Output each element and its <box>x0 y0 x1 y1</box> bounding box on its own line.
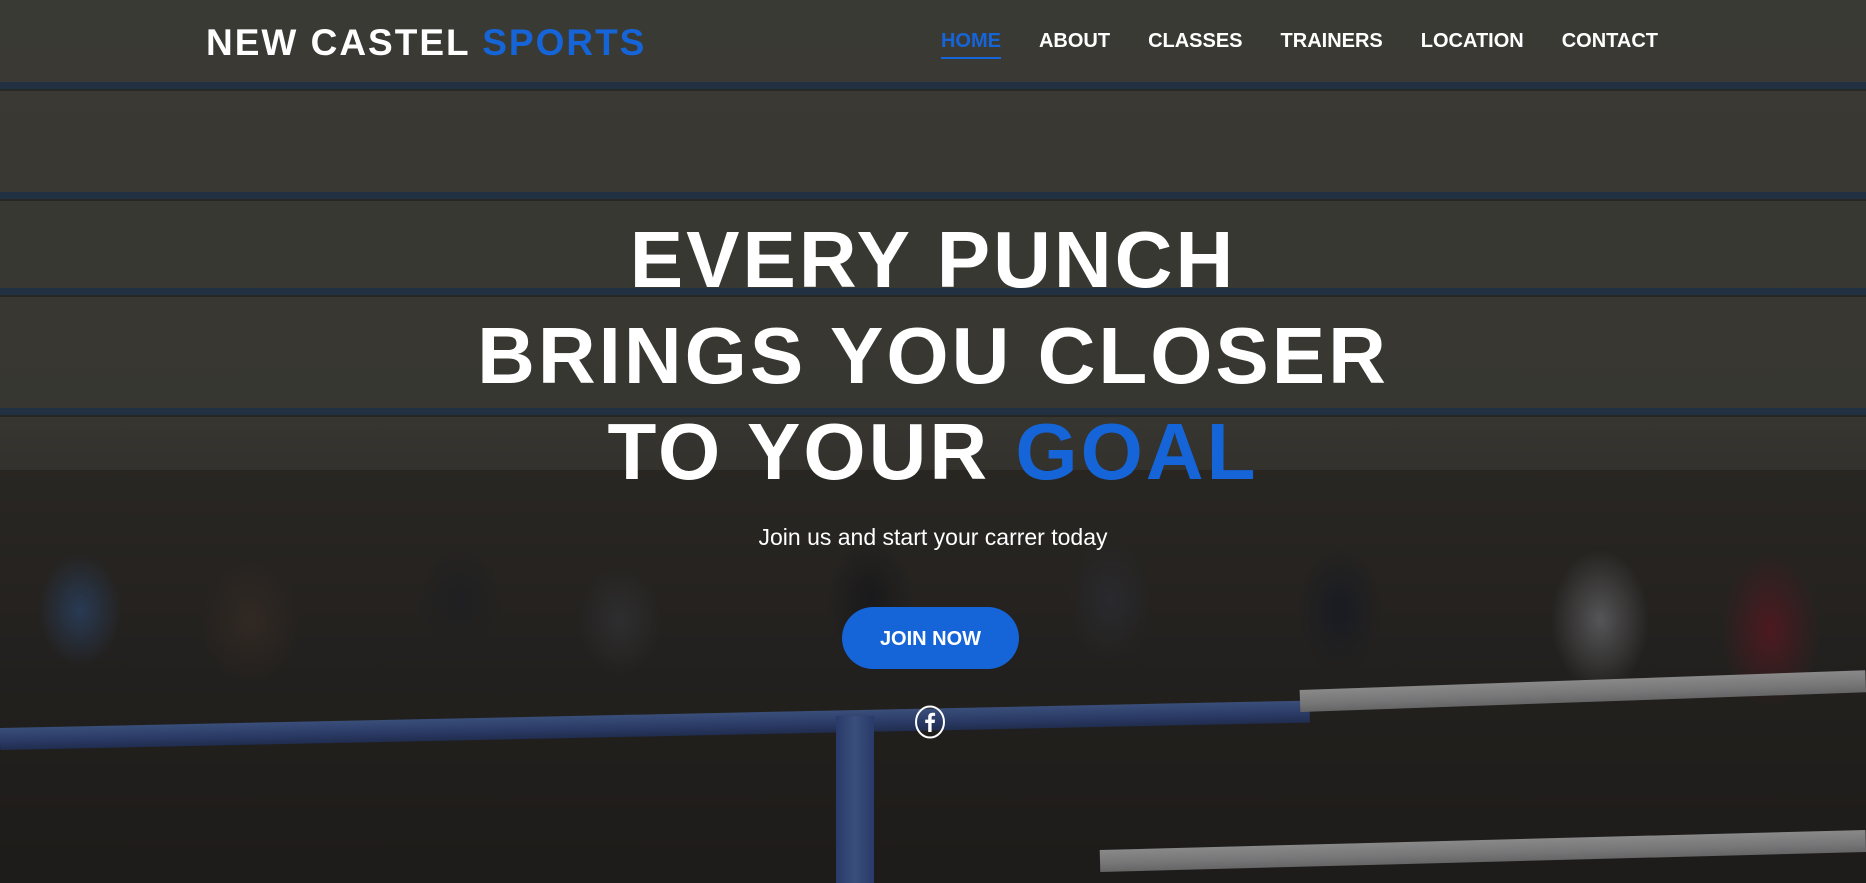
hero-section: NEW CASTEL SPORTS HOME ABOUT CLASSES TRA… <box>0 0 1866 883</box>
brand-name-primary: NEW CASTEL <box>206 22 470 63</box>
nav-item-contact[interactable]: CONTACT <box>1562 30 1658 59</box>
nav-item-trainers[interactable]: TRAINERS <box>1281 30 1383 59</box>
nav-item-location[interactable]: LOCATION <box>1421 30 1524 59</box>
headline-line-3-prefix: TO YOUR <box>607 407 991 496</box>
headline-line-1: EVERY PUNCH <box>629 215 1237 304</box>
site-header: NEW CASTEL SPORTS HOME ABOUT CLASSES TRA… <box>0 0 1866 86</box>
nav-item-home[interactable]: HOME <box>940 30 1001 59</box>
hero-content: EVERY PUNCH BRINGS YOU CLOSER TO YOUR GO… <box>0 0 1866 883</box>
nav-item-about[interactable]: ABOUT <box>1039 30 1110 59</box>
brand-name-accent: SPORTS <box>482 22 647 63</box>
headline-line-3-accent: GOAL <box>1015 407 1259 496</box>
facebook-icon[interactable] <box>914 705 946 739</box>
hero-subtitle: Join us and start your carrer today <box>758 524 1108 550</box>
brand-logo[interactable]: NEW CASTEL SPORTS <box>206 22 646 64</box>
join-now-button[interactable]: JOIN NOW <box>842 607 1019 669</box>
headline-line-2: BRINGS YOU CLOSER <box>477 311 1389 400</box>
nav-item-classes[interactable]: CLASSES <box>1148 30 1242 59</box>
hero-headline: EVERY PUNCH BRINGS YOU CLOSER TO YOUR GO… <box>0 212 1866 500</box>
main-nav: HOME ABOUT CLASSES TRAINERS LOCATION CON… <box>903 30 1658 59</box>
